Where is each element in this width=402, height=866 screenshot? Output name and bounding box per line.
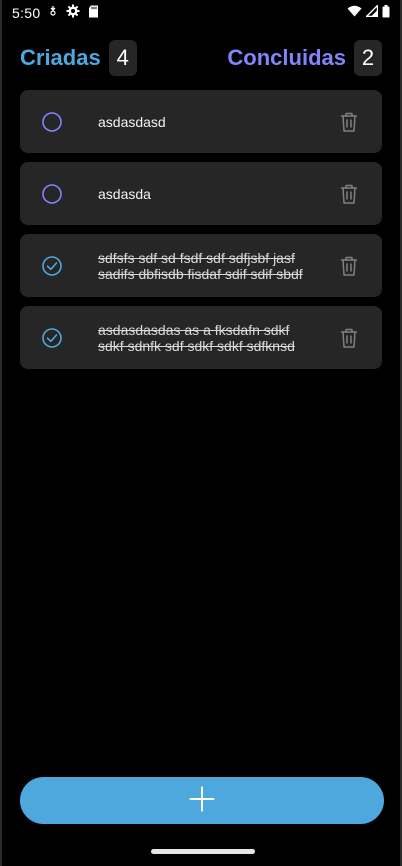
created-count-badge: 4 — [108, 40, 137, 76]
task-list: asdasdasd asdasda sdfsfs sdf sd fsdf sdf… — [20, 90, 382, 378]
checked-circle-icon[interactable] — [41, 255, 63, 277]
trash-icon[interactable] — [339, 255, 359, 277]
task-text: asdasdasd — [98, 113, 166, 130]
status-left: 5:50 — [12, 4, 99, 22]
app-screen: 5:50 Criadas 4 Concluidas 2 asdasdasd as… — [0, 0, 402, 866]
mic-notification-icon — [48, 5, 58, 21]
task-item: asdasda — [20, 162, 382, 225]
unchecked-circle-icon[interactable] — [41, 183, 63, 205]
completed-count-badge: 2 — [354, 40, 382, 76]
home-indicator[interactable] — [151, 849, 255, 854]
wifi-icon — [347, 5, 362, 21]
task-text: sdfsfs sdf sd fsdf sdf sdfjsbf jasf sadi… — [98, 249, 303, 282]
battery-icon — [382, 4, 390, 22]
task-item: sdfsfs sdf sd fsdf sdf sdfjsbf jasf sadi… — [20, 234, 382, 297]
created-label: Criadas — [20, 45, 101, 70]
completed-label: Concluidas — [227, 45, 346, 70]
status-bar: 5:50 — [2, 0, 400, 26]
trash-icon[interactable] — [339, 183, 359, 205]
task-item: asdasdasdas as a fksdafn sdkf sdkf sdnfk… — [20, 306, 382, 369]
sd-card-icon — [88, 5, 99, 22]
trash-icon[interactable] — [339, 111, 359, 133]
gear-icon — [66, 4, 80, 22]
created-counter: Criadas 4 — [20, 40, 137, 76]
checked-circle-icon[interactable] — [41, 327, 63, 349]
task-text: asdasda — [98, 185, 151, 202]
trash-icon[interactable] — [339, 327, 359, 349]
status-time: 5:50 — [12, 5, 41, 21]
task-item: asdasdasd — [20, 90, 382, 153]
task-text: asdasdasdas as a fksdafn sdkf sdkf sdnfk… — [98, 321, 295, 354]
plus-icon — [189, 786, 215, 816]
add-task-button[interactable] — [20, 777, 384, 824]
unchecked-circle-icon[interactable] — [41, 111, 63, 133]
completed-counter: Concluidas 2 — [227, 40, 382, 76]
task-counters: Criadas 4 Concluidas 2 — [20, 40, 382, 76]
status-right — [347, 3, 390, 22]
signal-icon — [364, 3, 379, 21]
